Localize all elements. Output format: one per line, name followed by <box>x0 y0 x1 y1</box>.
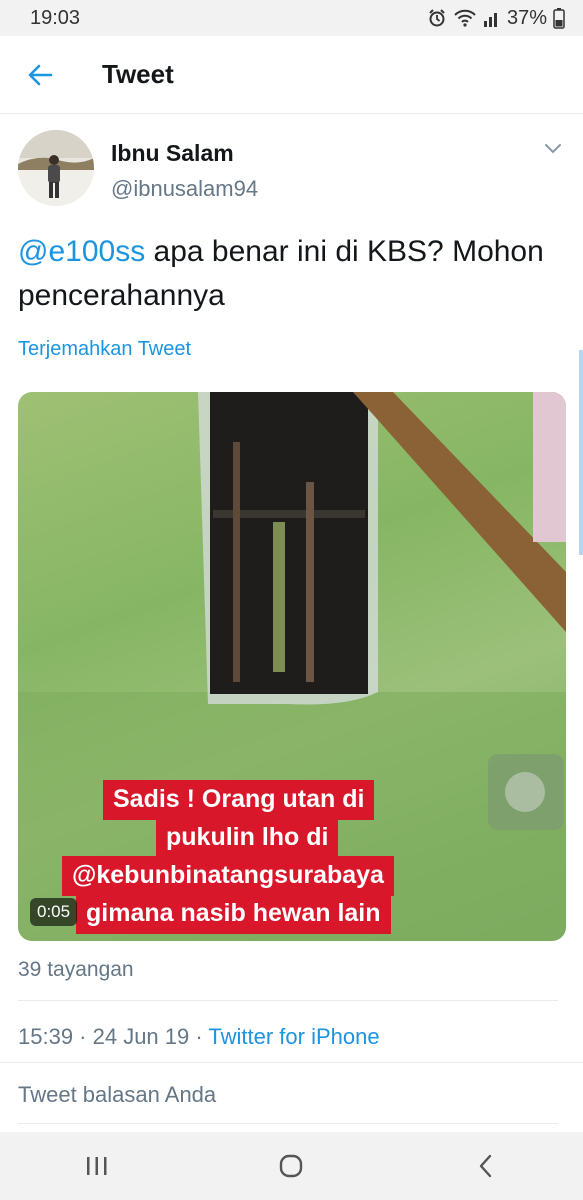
tweet-author: Ibnu Salam @ibnusalam94 <box>18 130 573 210</box>
tweet-video[interactable]: Sadis ! Orang utan di pukulin lho di @ke… <box>18 392 566 941</box>
status-bar: 19:03 37% <box>0 0 583 36</box>
back-button[interactable] <box>0 36 80 114</box>
caption-line: @kebunbinatangsurabaya <box>62 856 394 896</box>
tweet-timestamp: 15:39 · 24 Jun 19 · <box>18 1024 209 1049</box>
alarm-icon <box>429 9 445 27</box>
status-time: 19:03 <box>30 6 81 29</box>
view-count: 39 tayangan <box>18 958 134 981</box>
battery-icon <box>553 8 565 29</box>
divider <box>18 1123 558 1124</box>
avatar[interactable] <box>18 130 94 206</box>
divider <box>0 1062 583 1063</box>
page-title: Tweet <box>102 59 174 89</box>
signal-icon <box>483 13 497 27</box>
caption-line: pukulin lho di <box>156 818 339 858</box>
back-icon <box>479 1154 492 1178</box>
chevron-down-icon[interactable] <box>543 142 563 156</box>
wifi-icon <box>454 9 476 27</box>
home-button[interactable] <box>246 1136 336 1196</box>
scrollbar[interactable] <box>579 350 583 555</box>
system-back-button[interactable] <box>441 1136 531 1196</box>
system-nav-bar <box>0 1132 583 1200</box>
video-duration-badge: 0:05 <box>30 898 78 926</box>
caption-line: gimana nasib hewan lain <box>76 894 391 934</box>
status-icons: 37% <box>427 7 565 30</box>
recent-apps-icon <box>87 1157 107 1175</box>
battery-percent: 37% <box>506 6 547 29</box>
reply-input[interactable]: Tweet balasan Anda <box>18 1082 216 1108</box>
tweet-text: @e100ss apa benar ini di KBS? Mohon penc… <box>18 230 563 318</box>
tweet-source-link[interactable]: Twitter for iPhone <box>208 1024 379 1049</box>
caption-line: Sadis ! Orang utan di <box>103 780 375 820</box>
app-bar: Tweet <box>0 36 583 114</box>
author-handle[interactable]: @ibnusalam94 <box>111 176 258 202</box>
divider <box>18 1000 558 1001</box>
author-name[interactable]: Ibnu Salam <box>111 140 234 167</box>
mention-link[interactable]: @e100ss <box>18 235 145 268</box>
recent-apps-button[interactable] <box>52 1136 142 1196</box>
home-icon <box>280 1154 303 1178</box>
back-arrow-icon <box>28 64 53 85</box>
translate-tweet-link[interactable]: Terjemahkan Tweet <box>18 338 191 361</box>
tweet-meta: 15:39 · 24 Jun 19 · Twitter for iPhone <box>18 1024 380 1050</box>
